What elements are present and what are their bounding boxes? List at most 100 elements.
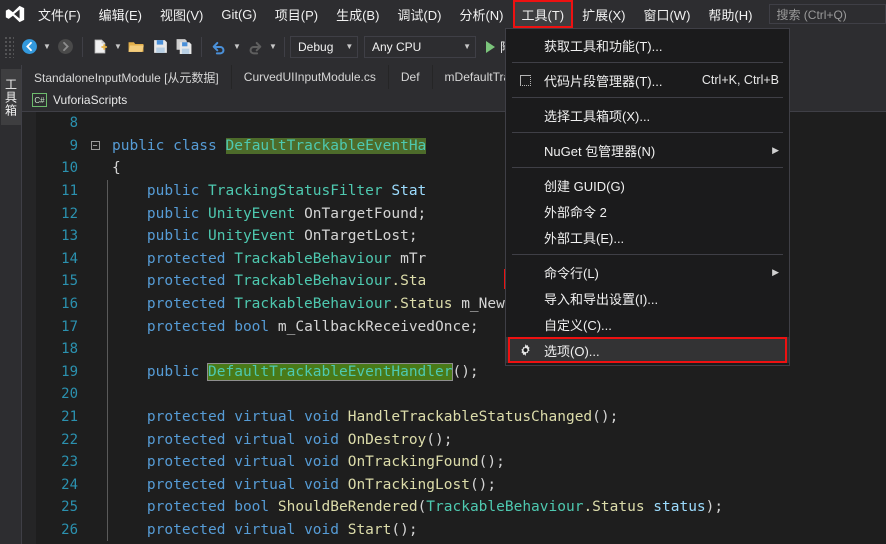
menu-nuget-package-manager-label: NuGet 包管理器(N) bbox=[544, 143, 656, 159]
code-token: status bbox=[653, 499, 706, 516]
code-line[interactable]: 25 protected bool ShouldBeRendered(Track… bbox=[36, 496, 886, 519]
menu-debug[interactable]: 调试(D) bbox=[388, 0, 450, 28]
code-token: public bbox=[112, 205, 209, 222]
play-icon bbox=[486, 40, 495, 53]
menu-tools[interactable]: 工具(T) bbox=[512, 0, 574, 28]
csharp-project-icon: C# bbox=[32, 93, 47, 107]
code-line[interactable]: 23 protected virtual void OnTrackingFoun… bbox=[36, 450, 886, 474]
indent-guide bbox=[102, 337, 112, 361]
menu-get-tools-and-features[interactable]: 获取工具和功能(T)... bbox=[506, 32, 789, 58]
code-line[interactable]: 26 protected virtual void Start(); bbox=[36, 518, 886, 542]
menu-code-snippets-manager-label: 代码片段管理器(T)... bbox=[544, 73, 663, 89]
tools-menu-dropdown[interactable]: 获取工具和功能(T)... 代码片段管理器(T)... Ctrl+K, Ctrl+B… bbox=[505, 28, 790, 366]
code-token: virtual bbox=[234, 454, 305, 471]
code-token: void bbox=[304, 521, 348, 538]
menu-git[interactable]: Git(G) bbox=[212, 0, 265, 28]
tab-default-trackable-partial[interactable]: Def bbox=[389, 65, 433, 89]
menu-nuget-package-manager[interactable]: NuGet 包管理器(N) ▶ bbox=[506, 137, 789, 163]
menu-help[interactable]: 帮助(H) bbox=[699, 0, 761, 28]
solution-configuration[interactable]: Debug ▼ bbox=[290, 35, 358, 58]
code-token: TrackableBehaviour bbox=[426, 499, 584, 516]
menu-create-guid[interactable]: 创建 GUID(G) bbox=[506, 172, 789, 198]
code-text: protected virtual void OnTrackingFound()… bbox=[112, 454, 886, 470]
menu-file[interactable]: 文件(F) bbox=[29, 0, 90, 28]
solution-platform[interactable]: Any CPU ▼ bbox=[364, 35, 476, 58]
menu-external-command-2-label: 外部命令 2 bbox=[544, 204, 607, 220]
menu-build[interactable]: 生成(B) bbox=[327, 0, 388, 28]
menu-analyze[interactable]: 分析(N) bbox=[450, 0, 512, 28]
code-line[interactable]: 21 protected virtual void HandleTrackabl… bbox=[36, 405, 886, 429]
navigate-back-dropdown-icon[interactable]: ▼ bbox=[41, 35, 53, 59]
menu-customize[interactable]: 自定义(C)... bbox=[506, 311, 789, 337]
code-token: (); bbox=[426, 431, 453, 448]
code-token: mTr bbox=[400, 250, 427, 267]
undo-dropdown-icon[interactable]: ▼ bbox=[231, 35, 243, 59]
visual-studio-window: 文件(F) 编辑(E) 视图(V) Git(G) 项目(P) 生成(B) 调试(D) 分析(N… bbox=[0, 0, 886, 544]
navigate-back-icon[interactable] bbox=[17, 35, 41, 59]
line-number: 8 bbox=[69, 115, 78, 132]
indent-guide bbox=[102, 450, 112, 474]
menu-options[interactable]: 选项(O)... bbox=[506, 337, 789, 363]
menu-shortcut: Ctrl+K, Ctrl+B bbox=[701, 73, 779, 87]
menu-project[interactable]: 项目(P) bbox=[266, 0, 327, 28]
sidebar-item-toolbox[interactable]: 工具箱 bbox=[1, 69, 21, 125]
tab-curvedui-input-module[interactable]: CurvedUIInputModule.cs bbox=[232, 65, 389, 89]
menu-window[interactable]: 窗口(W) bbox=[634, 0, 699, 28]
code-token: Stat bbox=[391, 183, 427, 200]
code-token: void bbox=[304, 431, 348, 448]
indent-guide bbox=[102, 473, 112, 497]
redo-dropdown-icon[interactable]: ▼ bbox=[267, 35, 279, 59]
line-number: 24 bbox=[61, 476, 78, 493]
line-number: 13 bbox=[61, 228, 78, 245]
toolbar-grip[interactable] bbox=[4, 35, 14, 58]
chevron-down-icon: ▼ bbox=[345, 42, 354, 51]
code-token: m_CallbackReceivedOnce; bbox=[277, 318, 479, 335]
save-all-icon[interactable] bbox=[172, 35, 196, 59]
redo-icon[interactable] bbox=[243, 35, 267, 59]
indent-guide bbox=[102, 270, 112, 293]
breadcrumb-project[interactable]: VuforiaScripts bbox=[53, 93, 127, 107]
code-token: (); bbox=[469, 476, 497, 493]
code-line[interactable]: 22 protected virtual void OnDestroy(); bbox=[36, 428, 886, 451]
toolbar-separator bbox=[201, 36, 202, 57]
indent-guide bbox=[102, 157, 112, 180]
menu-import-export-settings[interactable]: 导入和导出设置(I)... bbox=[506, 285, 789, 311]
line-number: 10 bbox=[61, 160, 78, 177]
undo-icon[interactable] bbox=[207, 35, 231, 59]
open-folder-icon[interactable] bbox=[124, 35, 148, 59]
code-token: TrackableBehaviour bbox=[234, 250, 401, 267]
code-line[interactable]: 20 bbox=[36, 383, 886, 406]
menu-separator bbox=[512, 132, 783, 133]
menu-external-tools[interactable]: 外部工具(E)... bbox=[506, 224, 789, 250]
code-token: TrackableBehaviour bbox=[234, 273, 392, 290]
new-item-icon[interactable] bbox=[88, 35, 112, 59]
new-item-dropdown-icon[interactable]: ▼ bbox=[112, 35, 124, 59]
menu-command-line[interactable]: 命令行(L) ▶ bbox=[506, 259, 789, 285]
code-line[interactable]: 24 protected virtual void OnTrackingLost… bbox=[36, 473, 886, 497]
code-token: virtual bbox=[234, 409, 305, 426]
tab-standalone-input-module[interactable]: StandaloneInputModule [从元数据] bbox=[22, 65, 232, 89]
toolbar-separator bbox=[284, 36, 285, 57]
menu-code-snippets-manager[interactable]: 代码片段管理器(T)... Ctrl+K, Ctrl+B bbox=[506, 67, 789, 93]
code-token: DefaultTrackableEventHa bbox=[225, 137, 427, 154]
code-token: { bbox=[112, 160, 121, 177]
navigate-forward-icon[interactable] bbox=[53, 35, 77, 59]
indent-guide bbox=[102, 518, 112, 542]
tab-label: StandaloneInputModule [从元数据] bbox=[34, 70, 219, 85]
menu-extensions[interactable]: 扩展(X) bbox=[573, 0, 634, 28]
code-token: public bbox=[112, 183, 209, 200]
collapse-icon[interactable]: − bbox=[88, 141, 102, 151]
save-icon[interactable] bbox=[148, 35, 172, 59]
menu-view[interactable]: 视图(V) bbox=[151, 0, 212, 28]
line-number: 12 bbox=[61, 205, 78, 222]
menu-external-command-2[interactable]: 外部命令 2 bbox=[506, 198, 789, 224]
menu-choose-toolbox-items[interactable]: 选择工具箱项(X)... bbox=[506, 102, 789, 128]
left-dock-rail: 工具箱 bbox=[0, 65, 22, 544]
menu-edit[interactable]: 编辑(E) bbox=[90, 0, 151, 28]
indent-guide bbox=[102, 224, 112, 248]
indent-guide bbox=[102, 428, 112, 451]
toolbox-label: 工具箱 bbox=[3, 77, 18, 117]
code-token: .Status bbox=[583, 499, 654, 516]
search-input[interactable]: 搜索 (Ctrl+Q) bbox=[769, 4, 886, 24]
code-token: protected bbox=[112, 431, 235, 448]
